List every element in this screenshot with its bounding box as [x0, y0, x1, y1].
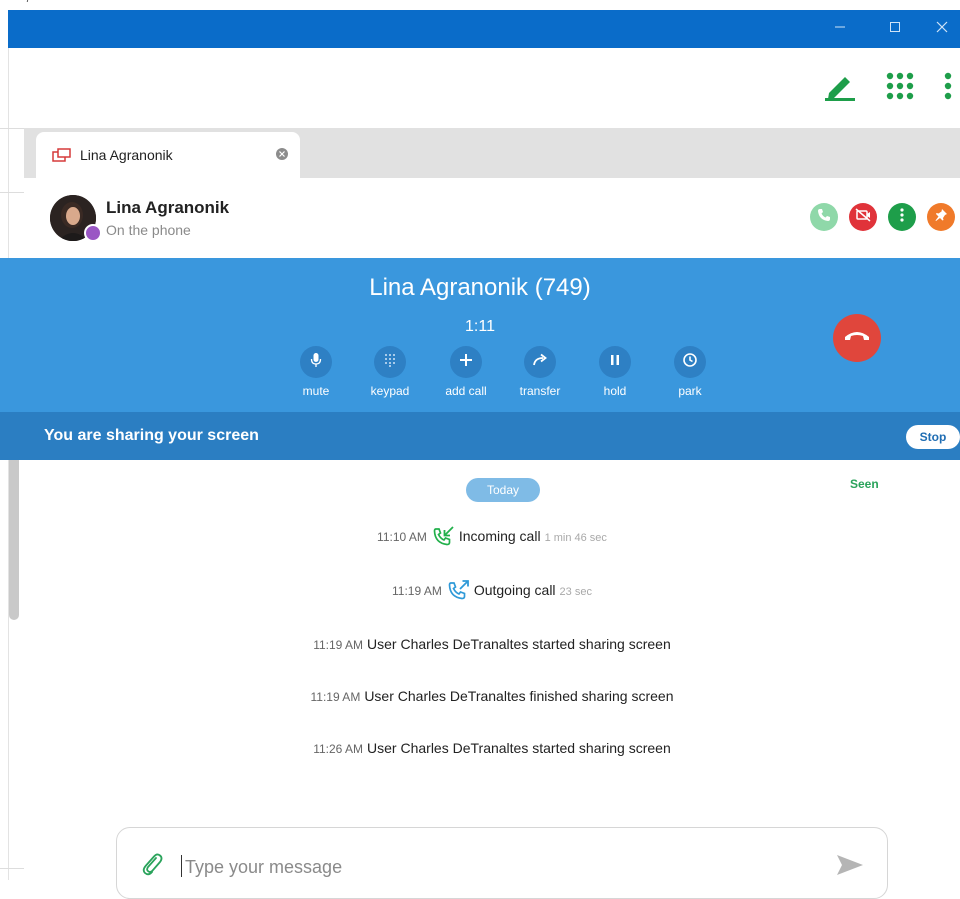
- text-caret: [181, 855, 182, 877]
- add-call-label: add call: [445, 384, 487, 398]
- apps-grid-button[interactable]: [882, 70, 918, 106]
- active-call-panel: Lina Agranonik (749) 1:11 mute keypad ad…: [0, 258, 960, 412]
- message-text: User Charles DeTranaltes started sharing…: [367, 740, 671, 756]
- keypad-label: keypad: [370, 384, 410, 398]
- video-off-icon: [855, 207, 871, 227]
- seen-indicator: Seen: [850, 477, 879, 491]
- hangup-button[interactable]: [833, 314, 881, 362]
- screen-sharing-banner: You are sharing your screen Stop: [0, 412, 960, 460]
- message-time: 11:19 AM: [392, 584, 442, 599]
- message-composer: [116, 827, 888, 899]
- compose-button[interactable]: [822, 70, 858, 106]
- message-time: 11:19 AM: [310, 690, 361, 704]
- left-divider: [0, 128, 24, 129]
- contact-header: Lina Agranonik On the phone: [24, 178, 960, 258]
- screen-share-icon: [52, 148, 72, 167]
- more-options-button[interactable]: [888, 203, 916, 231]
- stop-sharing-button[interactable]: Stop: [906, 425, 960, 449]
- microphone-icon: [310, 352, 322, 373]
- transfer-label: transfer: [519, 384, 561, 398]
- message-time: 11:19 AM: [313, 638, 364, 652]
- apps-grid-icon: [885, 71, 915, 106]
- list-item: 11:19 AM User Charles DeTranaltes finishe…: [24, 688, 960, 704]
- tab-lina-agranonik[interactable]: Lina Agranonik: [36, 132, 300, 178]
- call-duration: 1 min 46 sec: [544, 532, 607, 545]
- call-button[interactable]: [810, 203, 838, 231]
- close-button[interactable]: [924, 10, 960, 48]
- more-menu-button[interactable]: [936, 70, 960, 106]
- message-text: Outgoing call: [473, 582, 556, 599]
- more-icon: [900, 207, 904, 227]
- sharing-status-text: You are sharing your screen: [44, 427, 259, 444]
- left-pane: [0, 48, 9, 880]
- tab-close-button[interactable]: [276, 148, 288, 160]
- call-timer: 1:11: [465, 318, 495, 335]
- transfer-button[interactable]: transfer: [505, 346, 575, 398]
- outgoing-call-icon: [448, 580, 470, 603]
- call-title: Lina Agranonik (749): [369, 274, 591, 301]
- keypad-icon: [384, 353, 396, 372]
- message-text: Incoming call: [458, 528, 541, 545]
- status-on-phone-icon: [84, 224, 102, 242]
- call-duration: 23 sec: [559, 586, 592, 599]
- list-item: 11:10 AM Incoming call 1 min 46 sec: [24, 526, 960, 549]
- contact-status: On the phone: [106, 222, 191, 238]
- message-input[interactable]: [183, 852, 787, 882]
- conversation-tabbar: Lina Agranonik: [24, 128, 960, 178]
- chat-history: Today Seen 11:10 AM Incoming call 1 min 4…: [24, 460, 960, 820]
- mute-button[interactable]: mute: [281, 346, 351, 398]
- close-icon: [279, 151, 285, 157]
- plus-icon: [459, 353, 473, 372]
- minimize-icon: [834, 20, 846, 38]
- park-button[interactable]: park: [655, 346, 725, 398]
- call-icon: [817, 208, 831, 227]
- minimize-button[interactable]: [817, 10, 863, 48]
- send-button[interactable]: [835, 852, 865, 883]
- keypad-button[interactable]: keypad: [355, 346, 425, 398]
- attach-button[interactable]: [141, 852, 163, 881]
- pause-icon: [610, 353, 620, 371]
- clock-icon: [682, 352, 698, 373]
- list-item: 11:19 AM User Charles DeTranaltes started…: [24, 636, 960, 652]
- compose-icon: [823, 71, 857, 106]
- maximize-icon: [889, 20, 901, 38]
- mute-label: mute: [302, 384, 330, 398]
- pin-button[interactable]: [927, 203, 955, 231]
- message-text: User Charles DeTranaltes started sharing…: [367, 636, 671, 652]
- maximize-button[interactable]: [872, 10, 918, 48]
- hold-label: hold: [603, 384, 627, 398]
- left-divider: [0, 192, 24, 193]
- send-icon: [837, 855, 863, 875]
- list-item: 11:26 AM User Charles DeTranaltes started…: [24, 740, 960, 756]
- background-window-strip: — · / · ·· ··· ·· ···· ·· ··: [0, 0, 960, 10]
- message-text: User Charles DeTranaltes finished sharin…: [364, 688, 674, 704]
- transfer-arrow-icon: [532, 353, 548, 372]
- hold-button[interactable]: hold: [580, 346, 650, 398]
- add-call-button[interactable]: add call: [431, 346, 501, 398]
- window-titlebar: [8, 10, 960, 48]
- date-separator: Today: [466, 478, 540, 502]
- message-time: 11:10 AM: [377, 530, 427, 545]
- left-divider: [0, 868, 24, 869]
- tab-label: Lina Agranonik: [80, 147, 173, 163]
- hangup-icon: [844, 329, 870, 347]
- list-item: 11:19 AM Outgoing call 23 sec: [24, 580, 960, 603]
- contact-name: Lina Agranonik: [106, 198, 230, 217]
- incoming-call-icon: [433, 526, 455, 549]
- video-off-button[interactable]: [849, 203, 877, 231]
- background-window-text: — · / · ·· ··· ·· ···· ·· ··: [6, 0, 110, 5]
- top-toolbar: [24, 48, 960, 128]
- message-time: 11:26 AM: [313, 742, 364, 756]
- more-vertical-icon: [943, 71, 953, 106]
- park-label: park: [678, 384, 702, 398]
- close-icon: [936, 20, 948, 38]
- pin-icon: [934, 208, 948, 227]
- paperclip-icon: [142, 853, 163, 876]
